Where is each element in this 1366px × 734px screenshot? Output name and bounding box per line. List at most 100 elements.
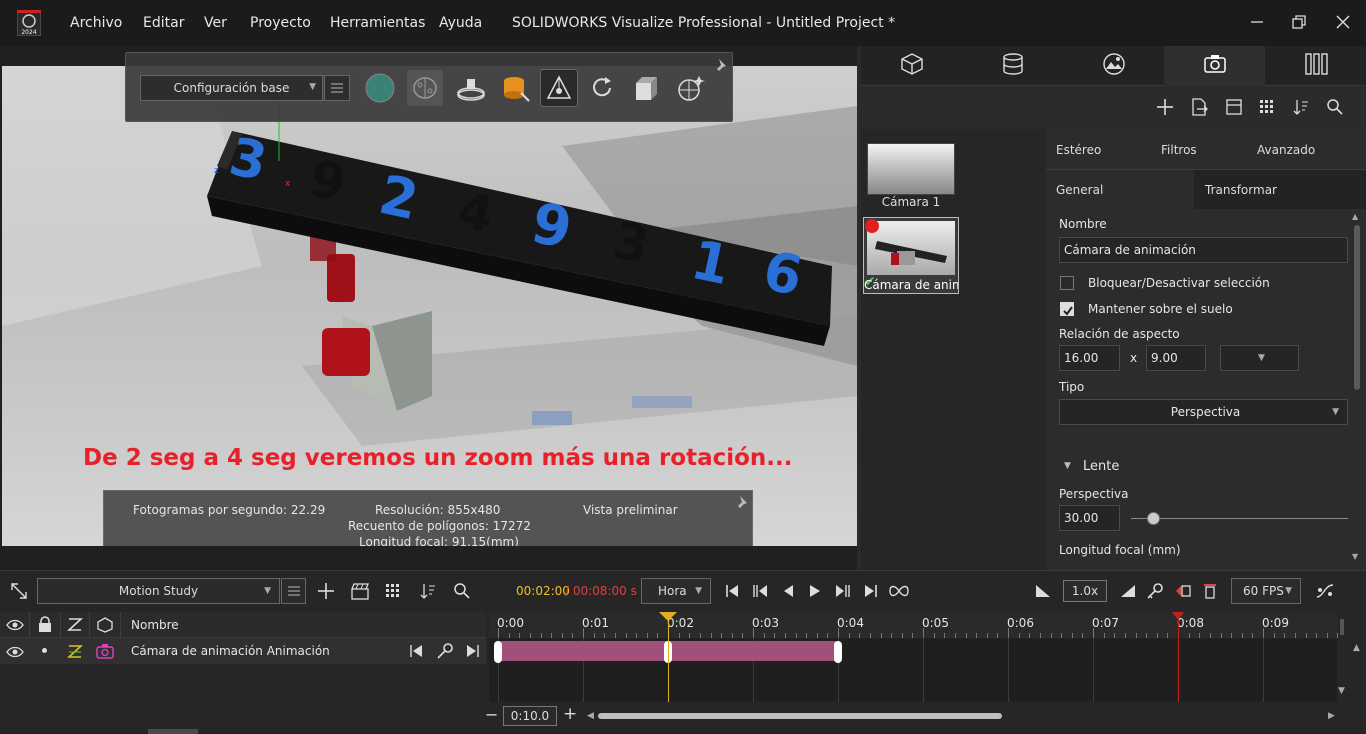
pin-icon[interactable] [735,495,749,512]
time-unit-select[interactable]: Hora ▼ [641,578,711,604]
set-end-icon[interactable] [1200,580,1222,602]
search-icon[interactable] [451,580,473,602]
next-key-icon[interactable] [465,643,481,663]
next-key-icon[interactable] [832,580,854,602]
configuration-list-button[interactable] [324,75,350,101]
ground-checkbox[interactable] [1060,302,1074,316]
object-type-icon[interactable] [96,616,114,637]
layout-icon[interactable] [1223,96,1245,118]
clapperboard-icon[interactable] [349,580,371,602]
restore-icon[interactable] [1287,10,1311,34]
configuration-select[interactable]: Configuración base ▼ [140,75,323,101]
tab-advanced[interactable]: Avanzado [1257,143,1315,157]
go-to-start-icon[interactable] [721,580,743,602]
scroll-up-icon[interactable]: ▲ [1352,212,1358,221]
eye-icon[interactable] [6,644,24,663]
play-icon[interactable] [804,580,826,602]
tab-models[interactable] [861,46,962,86]
menu-editar[interactable]: Editar [143,15,184,31]
keyframe[interactable] [834,641,842,663]
unlocked-dot-icon[interactable] [42,648,47,653]
refresh-icon[interactable] [584,70,620,106]
sort-icon[interactable] [417,580,439,602]
lock-checkbox[interactable] [1060,276,1074,290]
key-icon[interactable] [436,642,454,664]
search-icon[interactable] [1324,96,1346,118]
tab-libraries[interactable] [1265,46,1366,86]
zoom-out-icon[interactable]: − [485,705,498,724]
camera-item-selected[interactable]: ✔ Cámara de animación [863,217,959,294]
scroll-down-icon[interactable]: ▼ [1338,686,1345,696]
scroll-up-icon[interactable]: ▲ [1353,643,1360,653]
add-icon[interactable] [315,580,337,602]
timeline-scrollbar[interactable] [598,713,1002,719]
set-start-icon[interactable] [1172,580,1194,602]
step-back-icon[interactable] [777,580,799,602]
tab-filters[interactable]: Filtros [1161,143,1197,157]
ease-in-icon[interactable] [1032,580,1054,602]
track-scrollbar[interactable] [1340,619,1344,635]
loop-icon[interactable] [888,580,910,602]
brain-icon[interactable] [407,70,443,106]
paint-bucket-icon[interactable] [498,70,534,106]
minimize-icon[interactable] [1245,10,1269,34]
curve-z-icon[interactable] [66,643,84,664]
lens-section-title[interactable]: Lente [1083,459,1119,474]
zoom-in-icon[interactable]: + [563,704,577,724]
name-field[interactable]: Cámara de animación [1059,237,1348,263]
menu-ayuda[interactable]: Ayuda [439,15,482,31]
tab-transform[interactable]: Transformar [1194,169,1366,209]
magic-wand-icon[interactable] [672,70,708,106]
collapse-icon[interactable]: ▼ [1064,461,1071,471]
grid-view-icon[interactable] [382,580,404,602]
pivot-icon[interactable] [540,69,578,107]
menu-archivo[interactable]: Archivo [70,15,122,31]
turntable-icon[interactable] [453,70,489,106]
render-viewport[interactable]: x z 3 9 2 4 9 3 1 6 [2,66,857,546]
type-select[interactable]: Perspectiva ▼ [1059,399,1348,425]
app-logo-icon[interactable]: 2024 [16,9,42,37]
camera-thumbnail[interactable] [867,143,955,195]
tab-general[interactable]: General [1046,169,1194,209]
track-row[interactable]: Cámara de animación Animación [0,638,486,664]
perspective-field[interactable]: 30.00 [1059,505,1120,531]
collapse-arrows-icon[interactable] [8,580,30,602]
playhead[interactable] [668,612,669,702]
aspect-preset-select[interactable]: ▼ [1220,345,1299,371]
keyframe[interactable] [494,641,502,663]
time-ruler[interactable]: 0:00 0:01 0:02 0:03 0:04 0:05 0:06 0:07 0:08 0:09 [489,612,1339,638]
previous-key-icon[interactable] [408,643,424,663]
ease-out-icon[interactable] [1117,580,1139,602]
motion-list-button[interactable] [281,578,306,604]
add-icon[interactable] [1154,96,1176,118]
playback-speed-field[interactable]: 1.0x [1063,580,1107,602]
pin-icon[interactable] [714,57,728,76]
tab-stereo[interactable]: Estéreo [1056,143,1101,157]
export-icon[interactable] [1188,96,1210,118]
fps-select[interactable]: 60 FPS ▼ [1231,578,1301,604]
previous-key-icon[interactable] [749,580,771,602]
tab-camera[interactable] [1164,46,1265,86]
tab-environment[interactable] [1063,46,1164,86]
menu-ver[interactable]: Ver [204,15,227,31]
settings-curve-icon[interactable] [1314,580,1336,602]
perspective-slider-thumb[interactable] [1146,512,1160,525]
name-column-header[interactable]: Nombre [131,618,179,632]
menu-herramientas[interactable]: Herramientas [330,15,425,31]
end-marker-handle-icon[interactable] [1172,612,1184,620]
scroll-left-icon[interactable]: ◀ [587,711,594,721]
lock-icon[interactable] [37,616,53,637]
eye-icon[interactable] [6,617,24,636]
grid-view-icon[interactable] [1256,96,1278,118]
motion-study-select[interactable]: Motion Study ▼ [37,578,280,604]
cube-icon[interactable] [628,70,664,106]
menu-proyecto[interactable]: Proyecto [250,15,311,31]
aspect-height-field[interactable]: 9.00 [1146,345,1206,371]
playhead-handle-icon[interactable] [659,612,677,621]
sort-icon[interactable] [1290,96,1312,118]
zoom-field[interactable]: 0:10.0 [503,706,557,726]
perspective-slider[interactable] [1131,518,1348,519]
end-marker[interactable] [1178,612,1179,702]
curve-z-icon[interactable] [66,616,84,637]
sphere-icon[interactable] [362,70,398,106]
